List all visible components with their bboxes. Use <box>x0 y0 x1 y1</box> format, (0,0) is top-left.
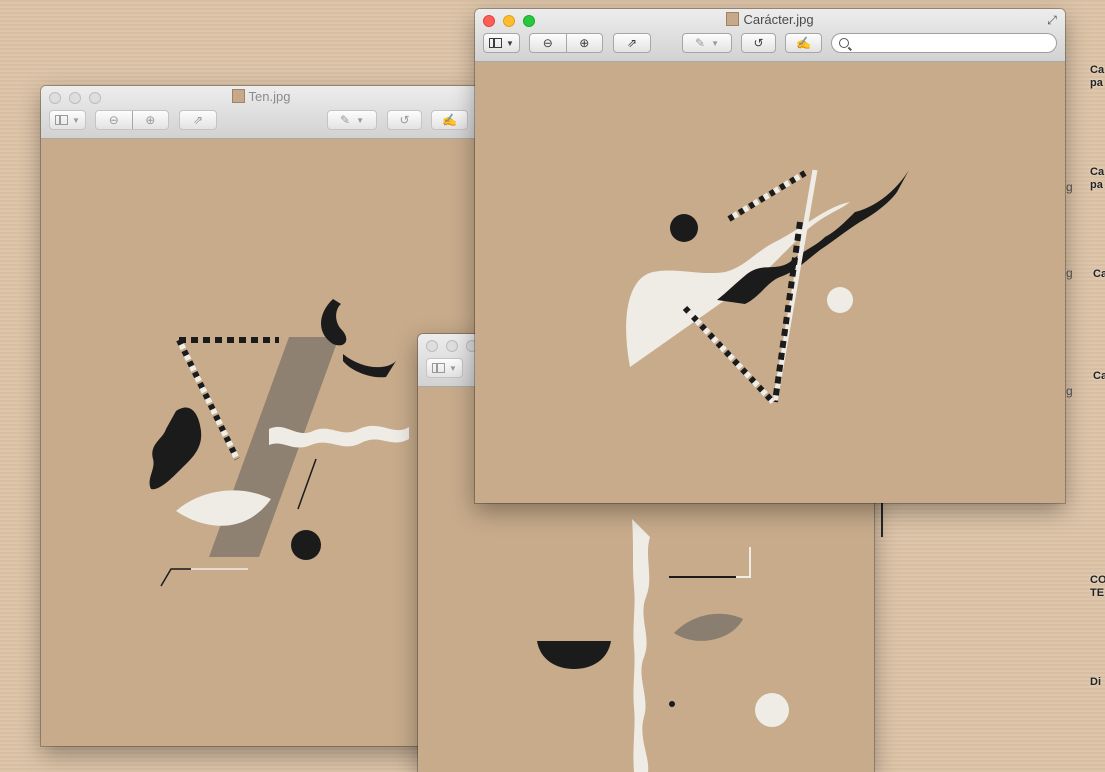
close-button[interactable] <box>426 340 438 352</box>
zoom-in-icon: ⊕ <box>145 113 156 127</box>
sidebar-toggle-button[interactable]: ▼ <box>49 110 86 130</box>
window-title: Ten.jpg <box>41 89 481 104</box>
zoom-in-button[interactable]: ⊕ <box>567 34 603 52</box>
zoom-out-button[interactable]: ⊖ <box>530 34 566 52</box>
fullscreen-button[interactable]: ⤢ <box>1045 13 1059 27</box>
edit-icon: ✍ <box>442 113 457 127</box>
file-icon <box>726 12 740 26</box>
desktop-label-5[interactable]: CO TE <box>1090 574 1105 600</box>
artwork-ten <box>41 139 481 746</box>
pen-icon: ✎ <box>340 113 351 127</box>
zoom-out-button[interactable]: ⊖ <box>96 111 132 129</box>
edit-icon: ✍ <box>796 36 811 50</box>
rotate-icon: ↺ <box>753 36 764 50</box>
desktop-label-1[interactable]: Ca pa <box>1090 64 1104 90</box>
share-button[interactable]: ⇗ <box>179 110 217 130</box>
share-icon: ⇗ <box>192 113 204 127</box>
chevron-down-icon: ▼ <box>72 115 80 125</box>
chevron-down-icon: ▼ <box>711 38 719 48</box>
desktop-label-3[interactable]: Ca <box>1093 268 1105 281</box>
desktop-fragment-1: g <box>1066 180 1073 194</box>
chevron-down-icon: ▼ <box>356 115 364 125</box>
chevron-down-icon: ▼ <box>506 38 514 48</box>
image-canvas-caracter[interactable] <box>475 62 1065 503</box>
sidebar-toggle-button[interactable]: ▼ <box>483 33 520 53</box>
edit-button[interactable]: ✍ <box>431 110 468 130</box>
fullscreen-icon: ⤢ <box>1047 13 1057 27</box>
artwork-caracter <box>475 62 1065 503</box>
sidebar-icon <box>55 115 69 125</box>
window-title: Carácter.jpg <box>475 12 1065 27</box>
search-field[interactable] <box>831 33 1057 53</box>
titlebar-caracter[interactable]: Carácter.jpg ⤢ ▼ ⊖ ⊕ ⇗ ✎ ▼ ↺ ✍ <box>475 9 1065 62</box>
desktop-fragment-2: g <box>1066 266 1073 280</box>
preview-window-caracter[interactable]: Carácter.jpg ⤢ ▼ ⊖ ⊕ ⇗ ✎ ▼ ↺ ✍ <box>475 9 1065 503</box>
desktop-vertical-line <box>881 503 883 537</box>
preview-window-ten[interactable]: Ten.jpg ▼ ⊖ ⊕ ⇗ ✎ ▼ ↺ ✍ <box>41 86 481 746</box>
minimize-button[interactable] <box>446 340 458 352</box>
zoom-group: ⊖ ⊕ <box>95 110 169 130</box>
titlebar-ten[interactable]: Ten.jpg ▼ ⊖ ⊕ ⇗ ✎ ▼ ↺ ✍ <box>41 86 481 139</box>
desktop-label-2[interactable]: Ca pa <box>1090 166 1104 192</box>
sidebar-icon <box>489 38 503 48</box>
edit-button[interactable]: ✍ <box>785 33 822 53</box>
rotate-button[interactable]: ↺ <box>741 33 776 53</box>
zoom-in-button[interactable]: ⊕ <box>133 111 169 129</box>
chevron-down-icon: ▼ <box>449 363 457 373</box>
rotate-icon: ↺ <box>399 113 410 127</box>
rotate-button[interactable]: ↺ <box>387 110 422 130</box>
markup-button[interactable]: ✎ ▼ <box>327 110 377 130</box>
share-button[interactable]: ⇗ <box>613 33 651 53</box>
zoom-group: ⊖ ⊕ <box>529 33 603 53</box>
zoom-in-icon: ⊕ <box>579 36 590 50</box>
search-icon <box>839 38 852 51</box>
share-icon: ⇗ <box>626 36 638 50</box>
desktop-label-4[interactable]: Ca <box>1093 370 1105 383</box>
sidebar-toggle-button[interactable]: ▼ <box>426 358 463 378</box>
zoom-out-icon: ⊖ <box>108 113 119 127</box>
zoom-out-icon: ⊖ <box>542 36 553 50</box>
file-icon <box>231 89 245 103</box>
search-input[interactable] <box>853 35 1056 51</box>
desktop-label-6[interactable]: Di <box>1090 676 1101 689</box>
sidebar-icon <box>432 363 446 373</box>
desktop-fragment-3: g <box>1066 384 1073 398</box>
markup-button[interactable]: ✎ ▼ <box>682 33 732 53</box>
pen-icon: ✎ <box>695 36 706 50</box>
image-canvas-ten[interactable] <box>41 139 481 746</box>
